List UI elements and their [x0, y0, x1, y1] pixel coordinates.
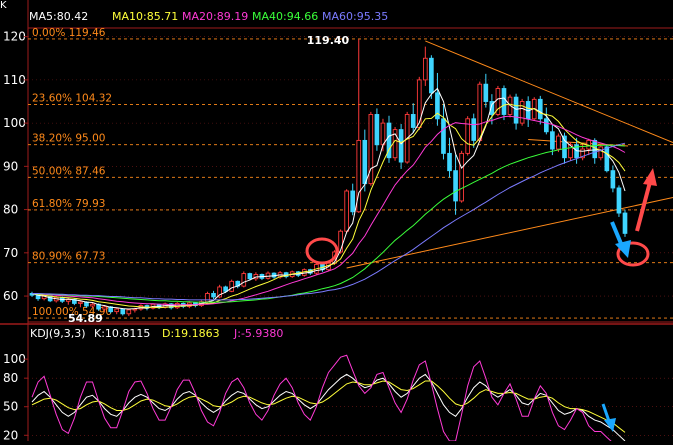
candle-down	[410, 114, 416, 128]
price-tick-label: 110	[3, 73, 26, 87]
kdj-y-axis: 20 50 80 100	[3, 352, 673, 442]
kdj-tick-label: 80	[3, 371, 18, 385]
candle-up	[78, 301, 83, 304]
candle-up	[114, 308, 120, 313]
price-tick-label: 80	[3, 203, 18, 217]
candle-down	[610, 170, 616, 189]
candle-down	[513, 96, 519, 124]
kdj-name: KDJ(9,3,3)	[30, 327, 86, 340]
candle-down	[362, 139, 368, 185]
kdj-header: KDJ(9,3,3) K:10.8115 D:19.1863 J:-5.9380	[30, 327, 283, 340]
candle-down	[350, 190, 356, 213]
fib-label: 61.80% 79.93	[32, 198, 105, 210]
candle-down	[374, 114, 380, 146]
extreme-labels: 119.40 54.89	[68, 34, 350, 325]
kdj-tick-label: 100	[3, 352, 26, 366]
moving-averages	[31, 87, 626, 310]
candle-down	[550, 131, 555, 150]
up-arrow-head	[643, 168, 657, 186]
price-tick-label: 100	[3, 116, 26, 130]
candle-up	[519, 101, 525, 124]
kdj-tick-label: 50	[3, 400, 18, 414]
price-tick-label: 120	[3, 30, 26, 44]
ma60-label: MA60:95.35	[322, 10, 388, 23]
candle-up	[556, 135, 561, 150]
highlight-circle-breakout	[305, 237, 339, 265]
candle-down	[501, 88, 507, 115]
ma10-line	[31, 103, 626, 309]
candle-down	[120, 308, 126, 315]
fib-label: 80.90% 67.73	[32, 251, 105, 263]
candle-down	[592, 139, 598, 159]
kdj-lines	[31, 354, 626, 445]
candle-down	[398, 129, 404, 163]
price-tick-label: 60	[3, 289, 18, 303]
kdj-k-label: K:10.8115	[94, 327, 150, 340]
candle-up	[205, 293, 210, 303]
candle-down	[471, 118, 477, 141]
max-price-label: 119.40	[307, 34, 350, 47]
candle-down	[453, 170, 458, 202]
indicator-header: K MA5:80.42 MA10:85.71 MA20:89.19 MA40:9…	[0, 0, 388, 23]
upper-trendline	[425, 40, 673, 144]
candle-down	[211, 293, 216, 298]
fib-label: 50.00% 87.46	[32, 165, 106, 177]
candle-up	[380, 122, 386, 146]
ma40-line	[31, 144, 626, 303]
ma60-line	[32, 142, 626, 301]
price-tick-label: 70	[3, 246, 18, 260]
title-fragment: K	[0, 0, 7, 11]
ma40-label: MA40:94.66	[252, 10, 318, 23]
fibonacci-levels: 0.00% 119.46 23.60% 104.32 38.20% 95.00 50.…	[28, 27, 673, 319]
candle-up	[126, 309, 132, 315]
kdj-j-label: J:-5.9380	[233, 327, 283, 340]
candle-down	[483, 83, 489, 102]
candle-up	[598, 146, 604, 159]
kdj-d-label: D:19.1863	[162, 327, 220, 340]
candle-up	[229, 280, 235, 292]
candle-down	[622, 212, 628, 234]
candle-down	[616, 187, 622, 214]
ma20-label: MA20:89.19	[182, 10, 248, 23]
chart-frame	[0, 0, 673, 441]
ma5-line	[31, 87, 626, 310]
candle-up	[344, 190, 349, 232]
fib-label: 23.60% 104.32	[32, 92, 112, 104]
chart-stage: K MA5:80.42 MA10:85.71 MA20:89.19 MA40:9…	[0, 0, 673, 445]
candle-up	[102, 306, 107, 310]
kdj-tick-label: 20	[3, 428, 18, 441]
fib-label: 0.00% 119.46	[32, 27, 106, 39]
candle-down	[441, 118, 446, 154]
candle-up	[477, 83, 483, 141]
ma10-label: MA10:85.71	[112, 10, 178, 23]
candle-up	[416, 79, 422, 128]
up-arrow-shaft	[635, 181, 652, 232]
candle-down	[84, 301, 89, 307]
ma5-label: MA5:80.42	[29, 10, 88, 23]
candle-up	[459, 152, 464, 202]
candle-up	[90, 303, 95, 307]
fib-label: 38.20% 95.00	[32, 133, 105, 145]
candle-down	[247, 273, 253, 280]
candle-up	[422, 57, 428, 81]
candle-down	[604, 146, 610, 172]
kdj-k-line	[31, 373, 626, 442]
candle-down	[544, 118, 549, 133]
min-price-label: 54.89	[68, 312, 103, 325]
candle-down	[429, 57, 434, 94]
candle-down	[537, 98, 543, 120]
price-tick-label: 90	[3, 159, 18, 173]
candle-up	[241, 273, 247, 287]
down-arrow-shaft	[610, 221, 624, 247]
candle-down	[447, 152, 452, 172]
chart-svg: K MA5:80.42 MA10:85.71 MA20:89.19 MA40:9…	[0, 0, 673, 445]
